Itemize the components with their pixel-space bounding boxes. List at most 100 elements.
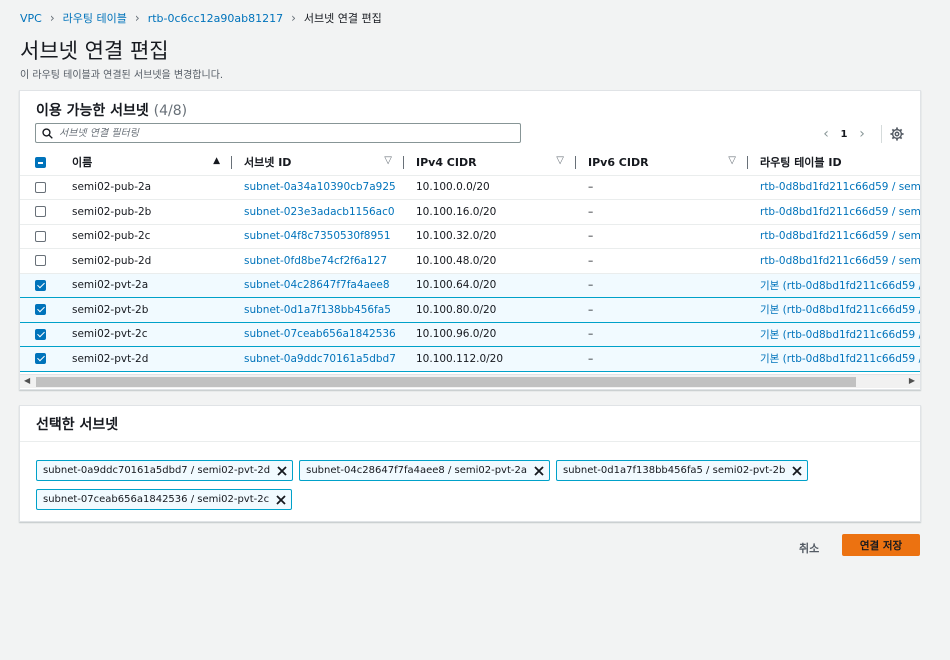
save-associations-button[interactable]: 연결 저장 (842, 534, 920, 556)
breadcrumb-vpc[interactable]: VPC (20, 12, 42, 25)
table-row[interactable]: semi02-pub-2c subnet-04f8c7350530f8951 1… (20, 224, 920, 249)
column-header-route-table-id[interactable]: 라우팅 테이블 ID (748, 150, 920, 176)
selected-subnet-token: subnet-0a9ddc70161a5dbd7 / semi02-pvt-2d (36, 460, 294, 481)
table-row[interactable]: semi02-pvt-2c subnet-07ceab656a1842536 1… (20, 321, 920, 347)
available-subnets-panel: 이용 가능한 서브넷 (4/8) ‹ 1 › 이름 (19, 90, 921, 390)
ipv6-cidr: – (576, 199, 748, 225)
scroll-left-icon[interactable]: ◀ (24, 376, 30, 385)
page-description: 이 라우팅 테이블과 연결된 서브넷을 변경합니다. (20, 70, 224, 81)
table-row[interactable]: semi02-pvt-2b subnet-0d1a7f138bb456fa5 1… (20, 297, 920, 323)
subnet-id-link[interactable]: subnet-023e3adacb1156ac0 (232, 199, 404, 225)
subnet-name: semi02-pvt-2a (60, 272, 232, 298)
selected-subnet-token: subnet-0d1a7f138bb456fa5 / semi02-pvt-2b (556, 460, 809, 481)
subnet-name: semi02-pub-2a (60, 175, 232, 200)
subnet-id-link[interactable]: subnet-0a34a10390cb7a925 (232, 175, 404, 200)
breadcrumb: VPC › 라우팅 테이블 › rtb-0c6cc12a90ab81217 › … (20, 10, 382, 26)
subnet-id-link[interactable]: subnet-07ceab656a1842536 (232, 321, 404, 347)
available-subnets-heading: 이용 가능한 서브넷 (36, 103, 149, 119)
selected-subnet-tokens: subnet-0a9ddc70161a5dbd7 / semi02-pvt-2d… (36, 460, 896, 510)
route-table-link[interactable]: 기본 (rtb-0d8bd1fd211c66d59 / semi02-pub-r… (748, 321, 920, 347)
row-select-cell (20, 248, 60, 274)
row-checkbox[interactable] (35, 279, 46, 291)
subnet-name: semi02-pvt-2d (60, 346, 232, 372)
ipv4-cidr: 10.100.64.0/20 (404, 272, 576, 298)
row-select-cell (20, 346, 60, 372)
next-page-icon[interactable]: › (851, 126, 873, 142)
subnet-name: semi02-pub-2b (60, 199, 232, 225)
row-checkbox[interactable] (35, 304, 46, 316)
table-row[interactable]: semi02-pub-2b subnet-023e3adacb1156ac0 1… (20, 199, 920, 225)
page-number[interactable]: 1 (837, 129, 851, 140)
row-checkbox[interactable] (35, 181, 46, 193)
route-table-link[interactable]: rtb-0d8bd1fd211c66d59 / semi02-pub-rt (748, 248, 920, 274)
subnet-id-link[interactable]: subnet-0a9ddc70161a5dbd7 (232, 346, 404, 372)
ipv4-cidr: 10.100.48.0/20 (404, 248, 576, 274)
breadcrumb-current: 서브넷 연결 편집 (303, 12, 382, 25)
column-header-subnet-id[interactable]: 서브넷 ID ▽ (232, 150, 404, 176)
close-icon[interactable] (791, 465, 803, 477)
column-header-ipv6-cidr[interactable]: IPv6 CIDR ▽ (576, 150, 748, 176)
row-select-cell (20, 297, 60, 323)
horizontal-scrollbar[interactable]: ◀ ▶ (20, 374, 920, 388)
row-select-cell (20, 272, 60, 298)
route-table-link[interactable]: 기본 (rtb-0d8bd1fd211c66d59 / semi02-pub-r… (748, 346, 920, 372)
row-select-cell (20, 224, 60, 249)
close-icon[interactable] (276, 465, 288, 477)
subnet-name: semi02-pvt-2b (60, 297, 232, 323)
selected-subnets-header: 선택한 서브넷 (20, 406, 920, 442)
table-header-row: 이름 ▲ 서브넷 ID ▽ IPv4 CIDR ▽ IPv6 CIDR ▽ 라우팅 테이… (20, 150, 920, 176)
subnet-id-link[interactable]: subnet-04c28647f7fa4aee8 (232, 272, 404, 298)
route-table-link[interactable]: 기본 (rtb-0d8bd1fd211c66d59 / semi02-pub-r… (748, 272, 920, 298)
row-select-cell (20, 199, 60, 225)
chevron-right-icon: › (134, 11, 140, 25)
ipv4-cidr: 10.100.32.0/20 (404, 224, 576, 249)
page-title: 서브넷 연결 편집 (20, 39, 169, 63)
route-table-link[interactable]: rtb-0d8bd1fd211c66d59 / semi02-pub-rt (748, 199, 920, 225)
chevron-right-icon: › (49, 11, 55, 25)
select-all-checkbox[interactable] (35, 157, 46, 169)
ipv4-cidr: 10.100.0.0/20 (404, 175, 576, 200)
subnet-id-link[interactable]: subnet-0fd8be74cf2f6a127 (232, 248, 404, 274)
route-table-link[interactable]: rtb-0d8bd1fd211c66d59 / semi02-pub-rt (748, 175, 920, 200)
token-label: subnet-07ceab656a1842536 / semi02-pvt-2c (43, 494, 270, 505)
scrollbar-thumb[interactable] (36, 377, 856, 387)
gear-icon[interactable] (890, 127, 904, 141)
column-header-ipv4-cidr[interactable]: IPv4 CIDR ▽ (404, 150, 576, 176)
route-table-link[interactable]: rtb-0d8bd1fd211c66d59 / semi02-pub-rt (748, 224, 920, 249)
token-label: subnet-0a9ddc70161a5dbd7 / semi02-pvt-2d (43, 465, 271, 476)
subnet-id-link[interactable]: subnet-0d1a7f138bb456fa5 (232, 297, 404, 323)
filter-box[interactable] (35, 123, 521, 143)
previous-page-icon[interactable]: ‹ (815, 126, 837, 142)
search-icon (42, 127, 53, 139)
close-icon[interactable] (275, 494, 287, 506)
selected-subnet-token: subnet-04c28647f7fa4aee8 / semi02-pvt-2a (299, 460, 550, 481)
row-checkbox[interactable] (35, 206, 46, 218)
table-row[interactable]: semi02-pub-2a subnet-0a34a10390cb7a925 1… (20, 175, 920, 200)
column-header-name[interactable]: 이름 ▲ (60, 150, 232, 176)
ipv6-cidr: – (576, 321, 748, 347)
subnet-name: semi02-pub-2d (60, 248, 232, 274)
ipv6-cidr: – (576, 297, 748, 323)
sort-icon: ▽ (556, 155, 564, 166)
breadcrumb-route-table-id[interactable]: rtb-0c6cc12a90ab81217 (148, 12, 283, 25)
scroll-right-icon[interactable]: ▶ (909, 376, 915, 385)
route-table-link[interactable]: 기본 (rtb-0d8bd1fd211c66d59 / semi02-pub-r… (748, 297, 920, 323)
table-row[interactable]: semi02-pvt-2a subnet-04c28647f7fa4aee8 1… (20, 272, 920, 298)
subnet-name: semi02-pvt-2c (60, 321, 232, 347)
subnet-id-link[interactable]: subnet-04f8c7350530f8951 (232, 224, 404, 249)
row-checkbox[interactable] (35, 328, 46, 340)
row-select-cell (20, 321, 60, 347)
token-label: subnet-0d1a7f138bb456fa5 / semi02-pvt-2b (563, 465, 786, 476)
row-checkbox[interactable] (35, 230, 46, 242)
table-row[interactable]: semi02-pvt-2d subnet-0a9ddc70161a5dbd7 1… (20, 346, 920, 372)
row-checkbox[interactable] (35, 353, 46, 365)
subnets-table-container: 이름 ▲ 서브넷 ID ▽ IPv4 CIDR ▽ IPv6 CIDR ▽ 라우팅 테이… (20, 150, 920, 375)
row-checkbox[interactable] (35, 255, 46, 267)
table-row[interactable]: semi02-pub-2d subnet-0fd8be74cf2f6a127 1… (20, 248, 920, 274)
close-icon[interactable] (533, 465, 545, 477)
filter-input[interactable] (59, 127, 499, 139)
subnet-name: semi02-pub-2c (60, 224, 232, 249)
breadcrumb-route-tables[interactable]: 라우팅 테이블 (63, 10, 127, 26)
cancel-button[interactable]: 취소 (789, 538, 829, 558)
sort-icon: ▽ (728, 155, 736, 166)
